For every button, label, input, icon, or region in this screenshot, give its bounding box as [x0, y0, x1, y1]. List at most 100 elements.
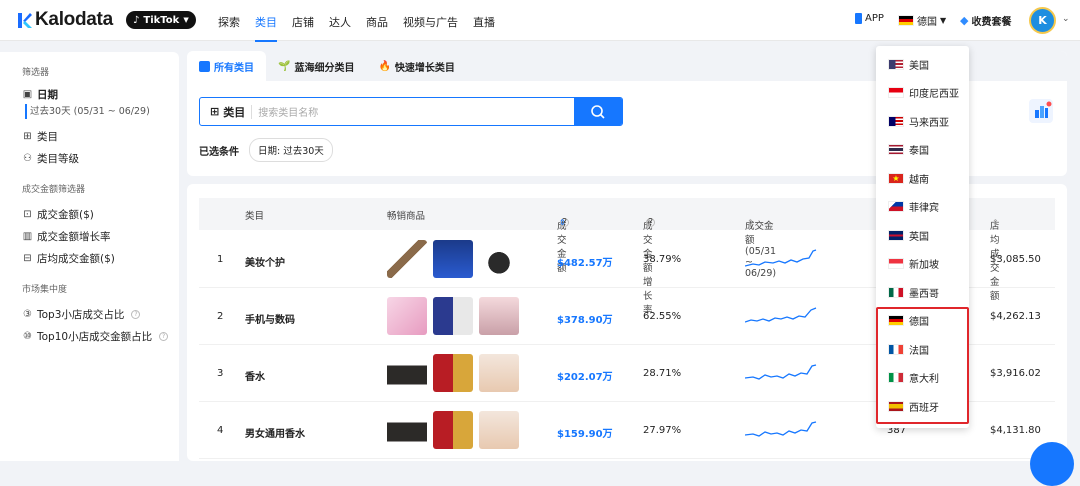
search-input[interactable]: 搜索类目名称: [258, 104, 318, 119]
nav-creator[interactable]: 达人: [329, 14, 351, 30]
category-search-box[interactable]: ⊞ 类目 搜索类目名称: [199, 97, 623, 126]
market-section-title: 市场集中度: [22, 285, 68, 295]
diamond-icon: ◆: [960, 14, 969, 27]
help-icon[interactable]: ?: [131, 309, 141, 319]
hierarchy-icon: ⚇: [23, 152, 32, 164]
country-option-th[interactable]: 泰国: [876, 136, 969, 165]
trend-sparkline: [745, 364, 817, 380]
shop-avg-gmv-filter[interactable]: ⊟ 店均成交金额($): [22, 247, 179, 269]
row-rank: 3: [217, 368, 224, 379]
row-gmv: $482.57万: [557, 258, 613, 269]
product-thumbnail[interactable]: [387, 240, 427, 278]
sort-icon[interactable]: ⇕: [747, 218, 754, 227]
help-icon[interactable]: ?: [159, 331, 169, 341]
search-button[interactable]: [574, 98, 622, 125]
kalodata-logo[interactable]: Kalodata: [17, 9, 113, 31]
category-level-filter[interactable]: ⚇ 类目等级: [22, 147, 179, 169]
tab-all-categories[interactable]: 所有类目: [187, 51, 266, 81]
top3-filter[interactable]: ③ Top3小店成交占比 ?: [22, 303, 179, 325]
category-level-label: 类目等级: [37, 152, 79, 165]
row-category[interactable]: 男女通用香水: [245, 425, 305, 440]
grid-icon: ⊞: [23, 130, 32, 142]
product-thumbnail[interactable]: [387, 297, 427, 335]
pricing-link[interactable]: ◆ 收费套餐: [960, 13, 1011, 28]
avatar[interactable]: K: [1029, 7, 1056, 34]
row-growth: 28.71%: [643, 368, 682, 379]
category-filter[interactable]: ⊞ 类目: [22, 125, 179, 147]
country-label: 美国: [909, 60, 929, 72]
date-filter[interactable]: ▣ 日期: [22, 86, 179, 102]
caret-down-icon: ▼: [183, 16, 189, 24]
nav-shop[interactable]: 店铺: [292, 14, 314, 30]
chart-icon[interactable]: [1029, 99, 1053, 123]
country-option-us[interactable]: 美国: [876, 50, 969, 79]
row-rank: 4: [217, 425, 224, 436]
chevron-down-icon[interactable]: ⌄: [1062, 14, 1070, 24]
calendar-icon: ▣: [22, 88, 33, 100]
country-label: 印度尼西亚: [909, 89, 959, 101]
sort-icon[interactable]: ⇕: [559, 218, 566, 227]
product-thumbnail[interactable]: [433, 411, 473, 449]
tab-label: 所有类目: [214, 62, 254, 74]
date-filter-value[interactable]: 过去30天 (05/31 ~ 06/29): [25, 104, 179, 119]
highlight-box: [876, 307, 969, 424]
row-category[interactable]: 香水: [245, 368, 265, 383]
platform-switcher[interactable]: ♪ TikTok ▼: [126, 11, 196, 29]
product-thumbnail[interactable]: [387, 354, 427, 392]
row-category[interactable]: 手机与数码: [245, 311, 295, 326]
philippines-flag-icon: [888, 201, 904, 213]
country-option-mx[interactable]: 墨西哥: [876, 278, 969, 307]
sort-icon[interactable]: ⇕: [645, 218, 652, 227]
date-filter-label: 日期: [37, 88, 58, 101]
product-thumbnail[interactable]: [479, 297, 519, 335]
row-category[interactable]: 美妆个护: [245, 254, 285, 269]
product-thumbnail[interactable]: [479, 411, 519, 449]
country-option-id[interactable]: 印度尼西亚: [876, 79, 969, 108]
country-selector[interactable]: 德国 ▼: [898, 13, 946, 28]
country-option-ph[interactable]: 菲律宾: [876, 193, 969, 222]
tab-blue-ocean[interactable]: 🌱 蓝海细分类目: [266, 51, 366, 81]
country-label: 菲律宾: [909, 203, 939, 215]
product-thumbnail[interactable]: [433, 297, 473, 335]
nav-live[interactable]: 直播: [473, 14, 495, 30]
product-thumbnail[interactable]: [433, 354, 473, 392]
gmv-filter-label: 成交金额($): [37, 208, 94, 221]
col-category: 类目: [245, 211, 265, 222]
date-chip[interactable]: 日期: 过去30天: [249, 138, 333, 162]
gmv-growth-filter[interactable]: ▥ 成交金额增长率: [22, 225, 179, 247]
product-thumbnail[interactable]: [479, 354, 519, 392]
country-option-uk[interactable]: 英国: [876, 221, 969, 250]
nav-explore[interactable]: 探索: [218, 14, 240, 30]
mexico-flag-icon: [888, 286, 904, 298]
app-download-link[interactable]: APP: [855, 13, 884, 24]
singapore-flag-icon: [888, 258, 904, 270]
shop-icon: ⊟: [23, 252, 32, 264]
trend-sparkline: [745, 249, 817, 267]
country-label: 新加坡: [909, 260, 939, 272]
chat-fab-button[interactable]: [1030, 442, 1074, 486]
country-option-sg[interactable]: 新加坡: [876, 250, 969, 279]
product-thumbnail[interactable]: [387, 411, 427, 449]
country-option-my[interactable]: 马来西亚: [876, 107, 969, 136]
top10-filter[interactable]: ⑩ Top10小店成交金额占比 ?: [22, 325, 179, 347]
tab-fast-growth[interactable]: 🔥 快速增长类目: [366, 51, 466, 81]
grid-icon: [199, 60, 210, 72]
nav-category[interactable]: 类目: [255, 14, 277, 42]
nav-video-ads[interactable]: 视频与广告: [403, 14, 458, 30]
country-option-vn[interactable]: ★ 越南: [876, 164, 969, 193]
tiktok-icon: ♪: [133, 14, 140, 26]
country-label: 德国: [917, 17, 937, 28]
category-filter-label: 类目: [37, 130, 58, 143]
row-shop-avg: $3,085.50: [990, 254, 1041, 265]
tab-label: 蓝海细分类目: [294, 62, 355, 74]
number-icon: ⑩: [23, 330, 32, 342]
product-thumbnail[interactable]: [433, 240, 473, 278]
country-label: 墨西哥: [909, 288, 939, 300]
col-top-products: 畅销商品: [387, 211, 426, 222]
country-label: 马来西亚: [909, 117, 949, 129]
sort-icon[interactable]: ⇕: [992, 218, 999, 227]
product-thumbnail[interactable]: [479, 240, 519, 278]
shop-avg-gmv-label: 店均成交金额($): [37, 252, 115, 265]
gmv-filter[interactable]: ⊡ 成交金额($): [22, 203, 179, 225]
nav-product[interactable]: 商品: [366, 14, 388, 30]
